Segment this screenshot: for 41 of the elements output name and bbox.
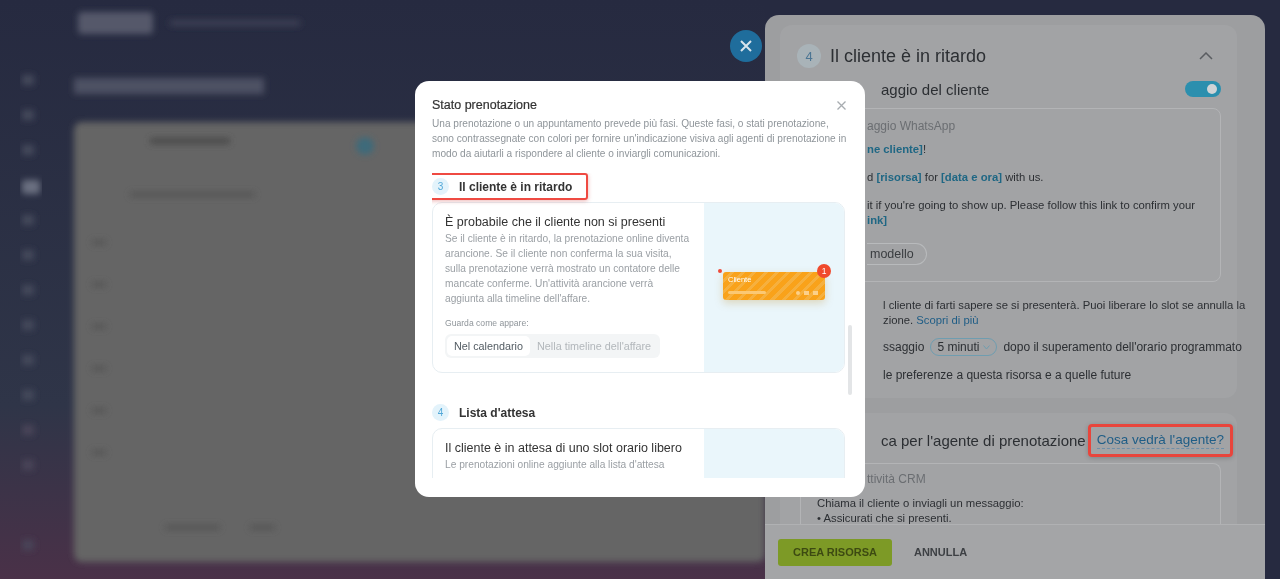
activity-text: Chiama il cliente o inviagli un messaggio: — [817, 496, 1024, 511]
message-text: ne cliente]! — [867, 142, 926, 157]
subsection-title: ca per l'agente di prenotazione — [881, 431, 1086, 449]
close-icon — [740, 40, 752, 52]
status-dot — [718, 269, 722, 273]
placeholder-bar — [728, 291, 766, 294]
card-text: Se il cliente è in ritardo, la prenotazione online diventa arancione. Se il cliente non conferma la sua visita, sulla prenotazione verrà mostrato un contatore delle mancate conferme. Un'attività arancione verrà aggiunta alla timeline dell'affare. — [445, 232, 691, 306]
delay-text: dopo il superamento dell'orario programmato — [1003, 340, 1242, 354]
step-number: 4 — [797, 44, 821, 68]
card-heading: Il cliente è in attesa di uno slot orario libero — [445, 441, 683, 455]
modal-description: Una prenotazione o un appuntamento prevede più fasi. Queste fasi, o stati prenotazione, sono contrassegnate con colori per fornire un'indicazione visiva agli agenti di prenotazione in modo da aiutarli a rispondere al cliente o inviargli comunicazioni. — [432, 117, 848, 161]
subsection-title: aggio del cliente — [881, 80, 990, 98]
step-number: 4 — [432, 404, 449, 421]
info-text: l cliente di farti sapere se si presenterà. Puoi liberare lo slot se annulla la — [883, 298, 1246, 313]
create-resource-button[interactable]: CREA RISORSA — [778, 538, 892, 566]
contact-icons — [795, 290, 819, 296]
section-title: Lista d'attesa — [459, 405, 536, 420]
card-heading: È probabile che il cliente non si presenti — [445, 215, 667, 229]
cancel-button[interactable]: ANNULLA — [913, 546, 968, 558]
view-tab[interactable]: Nel calendario — [447, 336, 531, 356]
activity-text: • Assicurati che si presenti. — [817, 511, 952, 524]
message-text: ink] — [867, 213, 888, 228]
message-text: d [risorsa] for [data e ora] with us. — [867, 170, 1044, 185]
step-number: 3 — [432, 178, 449, 195]
card-text: Le prenotazioni online aggiunte alla lista d'attesa — [445, 458, 666, 472]
agent-preview-link[interactable]: Cosa vedrà l'agente? — [1096, 431, 1224, 449]
section-title: Il cliente è in ritardo — [459, 179, 573, 194]
section-title: Il cliente è in ritardo — [830, 45, 988, 67]
info-text: zione. — [883, 314, 914, 326]
counter-badge: 1 — [817, 264, 831, 278]
message-text: it if you're going to show up. Please follow this link to confirm your — [867, 198, 1196, 213]
modal-title: Stato prenotazione — [432, 98, 537, 112]
apply-text: le preferenze a questa risorsa e a quelle future — [883, 368, 1133, 382]
caret-icon — [983, 344, 991, 350]
toggle-switch[interactable] — [1185, 81, 1221, 97]
close-button[interactable] — [837, 100, 846, 110]
learn-more-link[interactable]: Scopri di più — [916, 314, 979, 326]
delay-text: ssaggio — [883, 340, 925, 354]
close-icon — [837, 100, 846, 110]
preview-label: Guarda come appare: — [445, 318, 530, 328]
chevron-up-icon[interactable] — [1199, 52, 1213, 60]
